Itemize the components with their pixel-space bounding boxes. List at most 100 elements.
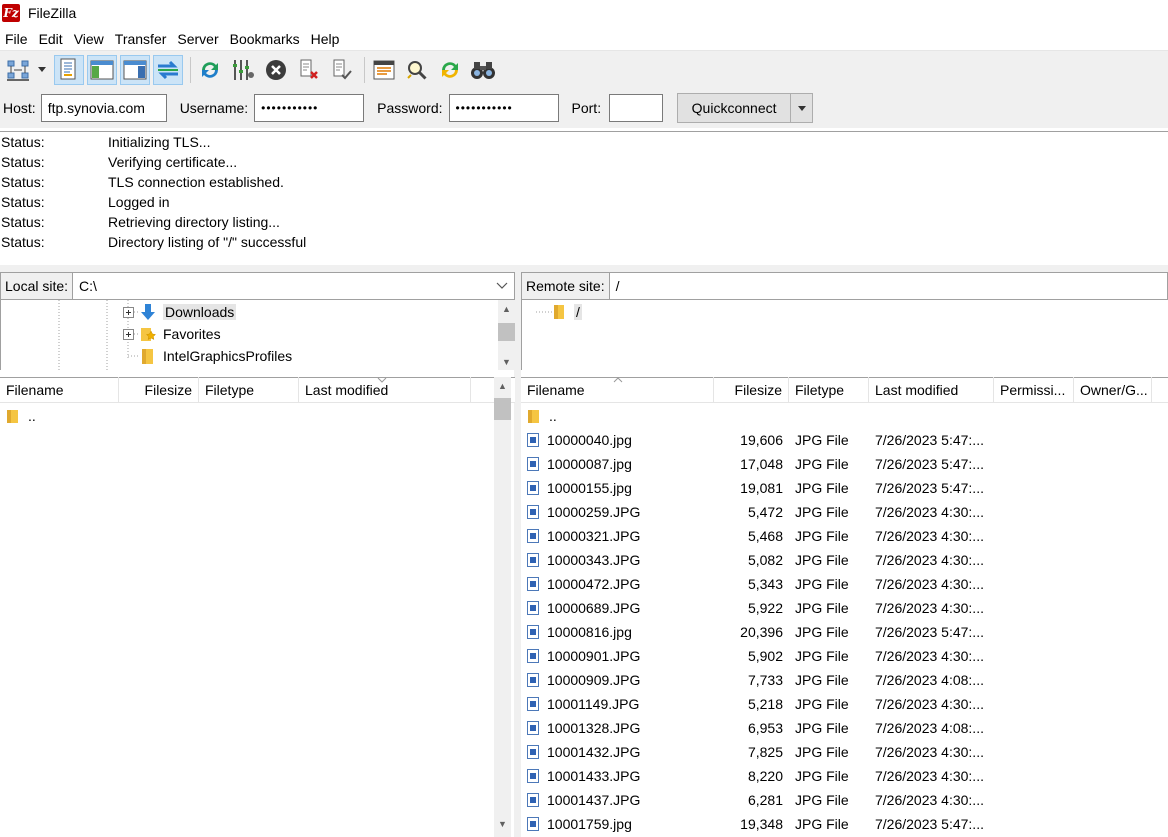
menu-transfer[interactable]: Transfer [110,28,173,50]
remote-file-row[interactable]: 10000909.JPG 7,733 JPG File 7/26/2023 4:… [521,668,1168,692]
file-size: 7,733 [747,672,783,688]
remote-file-row[interactable]: 10000816.jpg 20,396 JPG File 7/26/2023 5… [521,620,1168,644]
remote-parent-row[interactable]: .. [521,404,1168,428]
quickconnect-dropdown[interactable] [791,93,814,123]
tree-item-favorites[interactable]: Favorites [123,323,221,345]
scroll-thumb[interactable] [498,323,515,341]
remote-file-row[interactable]: 10000040.jpg 19,606 JPG File 7/26/2023 5… [521,428,1168,452]
scroll-up-arrow[interactable]: ▲ [498,300,515,317]
username-label: Username: [179,100,249,116]
remote-col-permissions[interactable]: Permissi... [994,377,1074,403]
menu-bookmarks[interactable]: Bookmarks [225,28,306,50]
local-col-filename[interactable]: Filename [0,377,119,403]
local-col-filesize[interactable]: Filesize [119,377,199,403]
file-modified: 7/26/2023 4:08:... [875,672,984,688]
site-manager-button[interactable] [3,55,33,85]
remote-file-row[interactable]: 10001759.jpg 19,348 JPG File 7/26/2023 5… [521,812,1168,836]
remote-file-row[interactable]: 10000087.jpg 17,048 JPG File 7/26/2023 5… [521,452,1168,476]
password-input[interactable]: ••••••••••• [448,94,559,122]
remote-file-row[interactable]: 10000155.jpg 19,081 JPG File 7/26/2023 5… [521,476,1168,500]
menu-help[interactable]: Help [306,28,346,50]
menu-view[interactable]: View [69,28,110,50]
scroll-thumb[interactable] [494,398,511,420]
site-manager-dropdown[interactable] [36,55,48,85]
port-input[interactable] [609,94,664,122]
scroll-down-arrow[interactable]: ▼ [498,353,515,370]
toggle-transfer-queue-button[interactable] [153,54,183,85]
expand-icon[interactable] [123,306,134,318]
menu-server[interactable]: Server [172,28,224,50]
host-input[interactable]: ftp.synovia.com [40,94,167,122]
remote-col-owner-group[interactable]: Owner/G... [1074,377,1152,403]
file-type: JPG File [795,504,849,520]
remote-col-filesize[interactable]: Filesize [714,377,789,403]
quickconnect-button[interactable]: Quickconnect [677,93,792,123]
remote-file-list[interactable]: .. 10000040.jpg 19,606 JPG File 7/26/202… [521,404,1168,837]
file-name-cell: 10000472.JPG [521,576,714,592]
remote-col-filetype[interactable]: Filetype [789,377,869,403]
toggle-remote-tree-button[interactable] [120,54,150,85]
local-col-filetype[interactable]: Filetype [199,377,299,403]
file-type: JPG File [795,816,849,832]
remote-file-row[interactable]: 10001328.JPG 6,953 JPG File 7/26/2023 4:… [521,716,1168,740]
remote-file-row[interactable]: 10001149.JPG 5,218 JPG File 7/26/2023 4:… [521,692,1168,716]
remote-file-row[interactable]: 10001432.JPG 7,825 JPG File 7/26/2023 4:… [521,740,1168,764]
remote-file-row[interactable]: 10001433.JPG 8,220 JPG File 7/26/2023 4:… [521,764,1168,788]
tree-item-root[interactable]: / [552,301,582,323]
remote-file-row[interactable]: 10000689.JPG 5,922 JPG File 7/26/2023 4:… [521,596,1168,620]
reconnect-button[interactable] [327,55,357,85]
local-site-bar: Local site: C:\ [0,272,515,300]
username-input[interactable]: ••••••••••• [254,94,365,122]
remote-file-row[interactable]: 10001437.JPG 6,281 JPG File 7/26/2023 4:… [521,788,1168,812]
file-name: 10001432.JPG [547,744,641,760]
folder-icon [142,349,153,364]
log-splitter[interactable] [0,265,1168,272]
quickconnect-bar: Host: ftp.synovia.com Username: ••••••••… [0,88,1168,128]
local-tree-scrollbar[interactable]: ▲ ▼ [498,300,515,370]
file-size: 17,048 [740,456,783,472]
local-list-scrollbar[interactable]: ▲ [494,377,511,837]
scroll-down-arrow[interactable]: ▼ [494,815,511,832]
toggle-local-tree-button[interactable] [87,54,117,85]
remote-path-input[interactable]: / [608,273,1167,299]
password-label: Password: [377,100,443,116]
remote-tree[interactable]: / [521,300,1168,370]
refresh-button[interactable] [195,55,225,85]
find-files-button[interactable] [468,55,498,85]
pane-splitter[interactable] [514,272,521,837]
remote-file-row[interactable]: 10000901.JPG 5,902 JPG File 7/26/2023 4:… [521,644,1168,668]
tree-item-intelgraphicsprofiles[interactable]: IntelGraphicsProfiles [139,345,292,367]
disconnect-button[interactable] [294,55,324,85]
remote-file-row[interactable]: 10000259.JPG 5,472 JPG File 7/26/2023 4:… [521,500,1168,524]
local-path-input[interactable]: C:\ [72,273,514,299]
directory-listing-button[interactable] [369,55,399,85]
expand-icon[interactable] [123,328,134,340]
local-file-list[interactable]: .. [0,404,498,837]
remote-file-row[interactable]: 10000472.JPG 5,343 JPG File 7/26/2023 4:… [521,572,1168,596]
filter-button[interactable] [228,55,258,85]
remote-col-filename[interactable]: Filename [521,377,714,403]
remote-col-last-modified[interactable]: Last modified [869,377,994,403]
remote-file-row[interactable]: 10000343.JPG 5,082 JPG File 7/26/2023 4:… [521,548,1168,572]
menu-file[interactable]: File [0,28,34,50]
search-button[interactable] [402,55,432,85]
file-modified: 7/26/2023 4:30:... [875,744,984,760]
cancel-button[interactable] [261,55,291,85]
host-label: Host: [3,100,36,116]
scroll-up-arrow[interactable]: ▲ [494,377,511,394]
menu-edit[interactable]: Edit [34,28,69,50]
local-file-row[interactable]: .. [0,404,498,428]
remote-file-row[interactable]: 10000321.JPG 5,468 JPG File 7/26/2023 4:… [521,524,1168,548]
message-log[interactable]: Status: Initializing TLS... Status: Verify… [0,131,1168,265]
toggle-message-log-icon [60,58,76,79]
file-name: 10000259.JPG [547,504,641,520]
chevron-down-icon [797,105,806,111]
local-col-last-modified[interactable]: Last modified [299,377,471,403]
file-name-cell: 10001328.JPG [521,720,714,736]
toggle-message-log-button[interactable] [54,54,84,85]
sync-browse-button[interactable] [435,55,465,85]
local-tree[interactable]: Downloads Favorites IntelGraphicsProfile… [0,300,515,370]
tree-item-downloads[interactable]: Downloads [123,301,237,323]
file-name: 10001759.jpg [547,816,632,832]
file-name-cell: 10000087.jpg [521,456,714,472]
